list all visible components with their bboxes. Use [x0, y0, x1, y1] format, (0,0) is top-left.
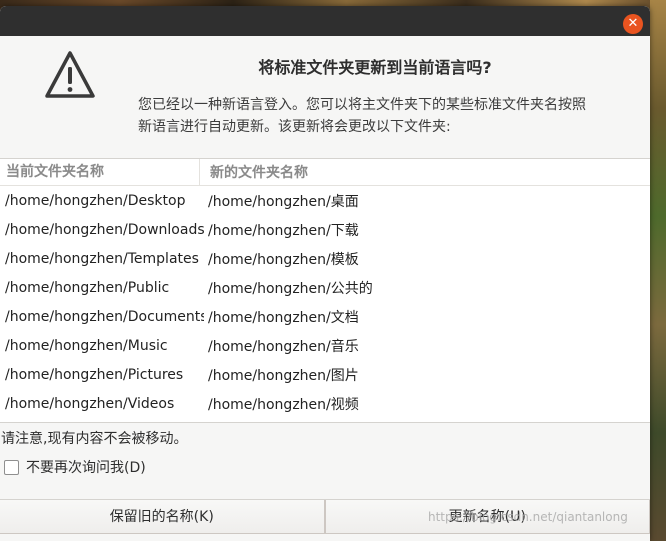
- new-folder-cell: /home/hongzhen/公共的: [208, 280, 373, 297]
- message-line-2: 新语言进行自动更新。该更新将会更改以下文件夹:: [138, 119, 451, 135]
- table-body: /home/hongzhen/Desktop/home/hongzhen/桌面 …: [0, 186, 650, 418]
- folder-rename-table: 当前文件夹名称 新的文件夹名称 /home/hongzhen/Desktop/h…: [0, 158, 650, 423]
- warning-icon: [45, 51, 95, 98]
- dont-ask-again-checkbox[interactable]: [4, 459, 19, 475]
- table-row[interactable]: /home/hongzhen/Documents/home/hongzhen/文…: [0, 302, 650, 331]
- new-folder-cell: /home/hongzhen/图片: [208, 367, 359, 384]
- column-header-current[interactable]: 当前文件夹名称: [0, 159, 200, 185]
- watermark-text: https://blog.csdn.net/qiantanlong: [428, 510, 628, 524]
- table-row[interactable]: /home/hongzhen/Templates/home/hongzhen/模…: [0, 244, 650, 273]
- new-folder-cell: /home/hongzhen/模板: [208, 251, 359, 268]
- current-folder-cell: /home/hongzhen/Pictures: [5, 366, 184, 383]
- table-row[interactable]: /home/hongzhen/Videos/home/hongzhen/视频: [0, 389, 650, 418]
- current-folder-cell: /home/hongzhen/Public: [5, 279, 170, 296]
- new-folder-cell: /home/hongzhen/视频: [208, 396, 359, 413]
- table-row[interactable]: /home/hongzhen/Music/home/hongzhen/音乐: [0, 331, 650, 360]
- update-folders-dialog: ✕ 将标准文件夹更新到当前语言吗? 您已经以一种新语言登入。您可以将主文件夹下的…: [0, 6, 650, 541]
- table-row[interactable]: /home/hongzhen/Downloads/home/hongzhen/下…: [0, 215, 650, 244]
- current-folder-cell: /home/hongzhen/Documents: [5, 308, 204, 325]
- table-header: 当前文件夹名称 新的文件夹名称: [0, 159, 650, 186]
- dont-ask-again-label[interactable]: 不要再次询问我(D): [26, 457, 146, 477]
- close-icon: ✕: [627, 16, 639, 31]
- table-row[interactable]: /home/hongzhen/Pictures/home/hongzhen/图片: [0, 360, 650, 389]
- current-folder-cell: /home/hongzhen/Music: [5, 337, 168, 354]
- dialog-title: 将标准文件夹更新到当前语言吗?: [258, 58, 492, 77]
- table-row[interactable]: /home/hongzhen/Public/home/hongzhen/公共的: [0, 273, 650, 302]
- message-line-1: 您已经以一种新语言登入。您可以将主文件夹下的某些标准文件夹名按照: [138, 97, 586, 113]
- dont-ask-again-option[interactable]: 不要再次询问我(D): [4, 457, 146, 477]
- dialog-headerbar: ✕: [0, 6, 650, 36]
- current-folder-cell: /home/hongzhen/Videos: [5, 395, 175, 412]
- content-not-moved-note: 请注意,现有内容不会被移动。: [1, 431, 188, 447]
- close-button[interactable]: ✕: [623, 14, 643, 34]
- new-folder-cell: /home/hongzhen/音乐: [208, 338, 359, 355]
- current-folder-cell: /home/hongzhen/Templates: [5, 250, 199, 267]
- current-folder-cell: /home/hongzhen/Desktop: [5, 192, 186, 209]
- table-row[interactable]: /home/hongzhen/Desktop/home/hongzhen/桌面: [0, 186, 650, 215]
- dialog-message: 您已经以一种新语言登入。您可以将主文件夹下的某些标准文件夹名按照 新语言进行自动…: [138, 94, 638, 138]
- new-folder-cell: /home/hongzhen/文档: [208, 309, 359, 326]
- keep-old-names-button[interactable]: 保留旧的名称(K): [0, 500, 325, 534]
- new-folder-cell: /home/hongzhen/桌面: [208, 193, 359, 210]
- new-folder-cell: /home/hongzhen/下载: [208, 222, 359, 239]
- column-header-new[interactable]: 新的文件夹名称: [200, 162, 308, 182]
- desktop-wallpaper-right: [650, 0, 666, 541]
- current-folder-cell: /home/hongzhen/Downloads: [5, 221, 204, 238]
